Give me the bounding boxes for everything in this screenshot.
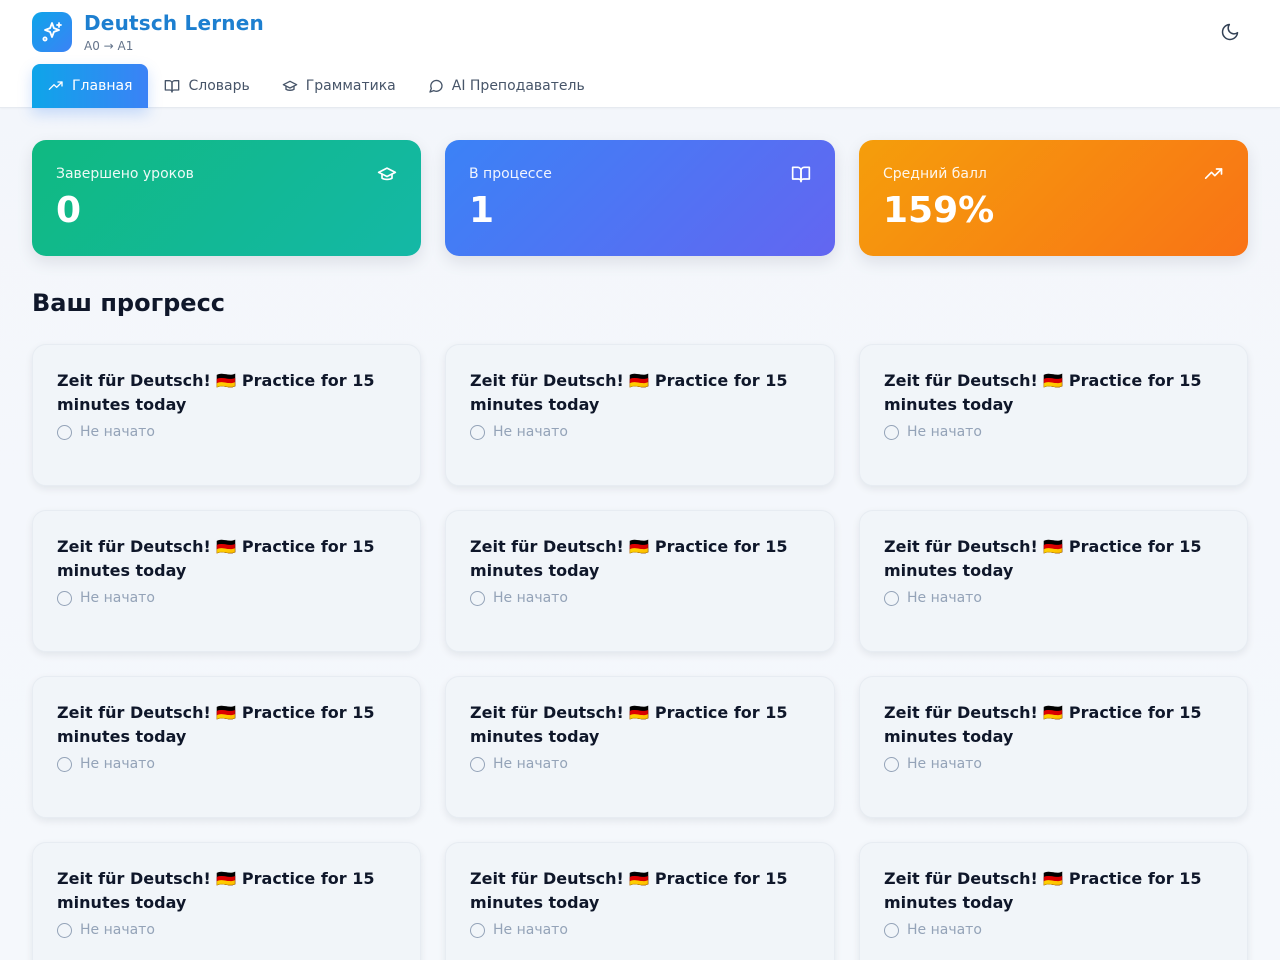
circle-icon bbox=[884, 424, 899, 440]
trending-up-icon bbox=[1204, 168, 1223, 179]
status-label: Не начато bbox=[907, 424, 982, 440]
lesson-card[interactable]: Zeit für Deutsch! 🇩🇪 Practice for 15 min… bbox=[32, 842, 421, 960]
stat-value: 159% bbox=[883, 190, 995, 231]
lesson-title: Zeit für Deutsch! 🇩🇪 Practice for 15 min… bbox=[470, 371, 788, 414]
tab-label: Грамматика bbox=[305, 78, 396, 94]
lesson-status: Не начато bbox=[884, 922, 1223, 938]
tab-label: Словарь bbox=[188, 78, 250, 94]
lesson-title: Zeit für Deutsch! 🇩🇪 Practice for 15 min… bbox=[57, 703, 375, 746]
lesson-status: Не начато bbox=[57, 756, 396, 772]
app-subtitle: A0 → A1 bbox=[84, 39, 134, 53]
lesson-status: Не начато bbox=[57, 922, 396, 938]
stat-card-average-score: Средний балл 159% bbox=[859, 140, 1248, 256]
tab-grammar[interactable]: Грамматика bbox=[266, 64, 412, 108]
stat-label: В процессе bbox=[469, 166, 552, 182]
lesson-title: Zeit für Deutsch! 🇩🇪 Practice for 15 min… bbox=[884, 703, 1202, 746]
lesson-status: Не начато bbox=[884, 756, 1223, 772]
app-logo[interactable] bbox=[32, 12, 72, 52]
lesson-title: Zeit für Deutsch! 🇩🇪 Practice for 15 min… bbox=[57, 869, 375, 912]
lesson-card[interactable]: Zeit für Deutsch! 🇩🇪 Practice for 15 min… bbox=[445, 510, 835, 652]
lesson-title: Zeit für Deutsch! 🇩🇪 Practice for 15 min… bbox=[57, 371, 375, 414]
lesson-status: Не начато bbox=[470, 590, 810, 606]
status-label: Не начато bbox=[907, 590, 982, 606]
tab-label: AI Преподаватель bbox=[451, 78, 585, 94]
circle-icon bbox=[470, 922, 485, 938]
graduation-cap-icon bbox=[377, 167, 397, 181]
circle-icon bbox=[470, 756, 485, 772]
lesson-card[interactable]: Zeit für Deutsch! 🇩🇪 Practice for 15 min… bbox=[32, 510, 421, 652]
circle-icon bbox=[57, 590, 72, 606]
app-header: Deutsch Lernen A0 → A1 Главная Словарь Г… bbox=[0, 0, 1280, 108]
circle-icon bbox=[470, 590, 485, 606]
status-label: Не начато bbox=[907, 922, 982, 938]
status-label: Не начато bbox=[493, 922, 568, 938]
lesson-title: Zeit für Deutsch! 🇩🇪 Practice for 15 min… bbox=[57, 537, 375, 580]
main-nav: Главная Словарь Грамматика AI Преподават… bbox=[32, 64, 601, 108]
circle-icon bbox=[470, 424, 485, 440]
status-label: Не начато bbox=[80, 424, 155, 440]
circle-icon bbox=[57, 424, 72, 440]
stat-card-completed: Завершено уроков 0 bbox=[32, 140, 421, 256]
stat-value: 0 bbox=[56, 190, 82, 231]
lesson-status: Не начато bbox=[57, 424, 396, 440]
trending-up-icon bbox=[48, 81, 63, 90]
lesson-title: Zeit für Deutsch! 🇩🇪 Practice for 15 min… bbox=[884, 869, 1202, 912]
app-title: Deutsch Lernen bbox=[84, 11, 264, 35]
stat-label: Средний балл bbox=[883, 166, 987, 182]
lesson-card[interactable]: Zeit für Deutsch! 🇩🇪 Practice for 15 min… bbox=[859, 842, 1248, 960]
theme-toggle-button[interactable] bbox=[1216, 18, 1244, 46]
lessons-grid: Zeit für Deutsch! 🇩🇪 Practice for 15 min… bbox=[32, 344, 1248, 960]
status-label: Не начато bbox=[493, 424, 568, 440]
tab-home[interactable]: Главная bbox=[32, 64, 149, 108]
status-label: Не начато bbox=[493, 756, 568, 772]
circle-icon bbox=[57, 922, 72, 938]
tab-dictionary[interactable]: Словарь bbox=[148, 64, 265, 108]
circle-icon bbox=[884, 756, 899, 772]
lesson-card[interactable]: Zeit für Deutsch! 🇩🇪 Practice for 15 min… bbox=[859, 510, 1248, 652]
stat-card-in-progress: В процессе 1 bbox=[445, 140, 835, 256]
lesson-card[interactable]: Zeit für Deutsch! 🇩🇪 Practice for 15 min… bbox=[445, 676, 835, 818]
status-label: Не начато bbox=[80, 590, 155, 606]
message-circle-icon bbox=[429, 79, 443, 93]
stat-label: Завершено уроков bbox=[56, 166, 194, 182]
lesson-title: Zeit für Deutsch! 🇩🇪 Practice for 15 min… bbox=[884, 371, 1202, 414]
tab-label: Главная bbox=[72, 78, 133, 94]
circle-icon bbox=[884, 590, 899, 606]
lesson-title: Zeit für Deutsch! 🇩🇪 Practice for 15 min… bbox=[470, 703, 788, 746]
sparkles-icon bbox=[42, 22, 62, 42]
lesson-card[interactable]: Zeit für Deutsch! 🇩🇪 Practice for 15 min… bbox=[32, 676, 421, 818]
lesson-title: Zeit für Deutsch! 🇩🇪 Practice for 15 min… bbox=[470, 537, 788, 580]
lesson-card[interactable]: Zeit für Deutsch! 🇩🇪 Practice for 15 min… bbox=[445, 842, 835, 960]
lesson-status: Не начато bbox=[884, 590, 1223, 606]
status-label: Не начато bbox=[80, 756, 155, 772]
lesson-card[interactable]: Zeit für Deutsch! 🇩🇪 Practice for 15 min… bbox=[859, 344, 1248, 486]
lesson-status: Не начато bbox=[470, 756, 810, 772]
book-open-icon bbox=[791, 166, 811, 183]
lesson-status: Не начато bbox=[470, 922, 810, 938]
book-open-icon bbox=[165, 80, 180, 93]
status-label: Не начато bbox=[80, 922, 155, 938]
graduation-cap-icon bbox=[282, 80, 298, 91]
lesson-card[interactable]: Zeit für Deutsch! 🇩🇪 Practice for 15 min… bbox=[32, 344, 421, 486]
tab-ai-tutor[interactable]: AI Преподаватель bbox=[412, 64, 601, 108]
lesson-card[interactable]: Zeit für Deutsch! 🇩🇪 Practice for 15 min… bbox=[445, 344, 835, 486]
lesson-title: Zeit für Deutsch! 🇩🇪 Practice for 15 min… bbox=[884, 537, 1202, 580]
stat-value: 1 bbox=[469, 190, 495, 231]
status-label: Не начато bbox=[907, 756, 982, 772]
circle-icon bbox=[57, 756, 72, 772]
lesson-status: Не начато bbox=[57, 590, 396, 606]
lesson-card[interactable]: Zeit für Deutsch! 🇩🇪 Practice for 15 min… bbox=[859, 676, 1248, 818]
progress-section-title: Ваш прогресс bbox=[32, 289, 226, 317]
lesson-status: Не начато bbox=[884, 424, 1223, 440]
status-label: Не начато bbox=[493, 590, 568, 606]
moon-icon bbox=[1221, 23, 1239, 41]
lesson-title: Zeit für Deutsch! 🇩🇪 Practice for 15 min… bbox=[470, 869, 788, 912]
circle-icon bbox=[884, 922, 899, 938]
lesson-status: Не начато bbox=[470, 424, 810, 440]
